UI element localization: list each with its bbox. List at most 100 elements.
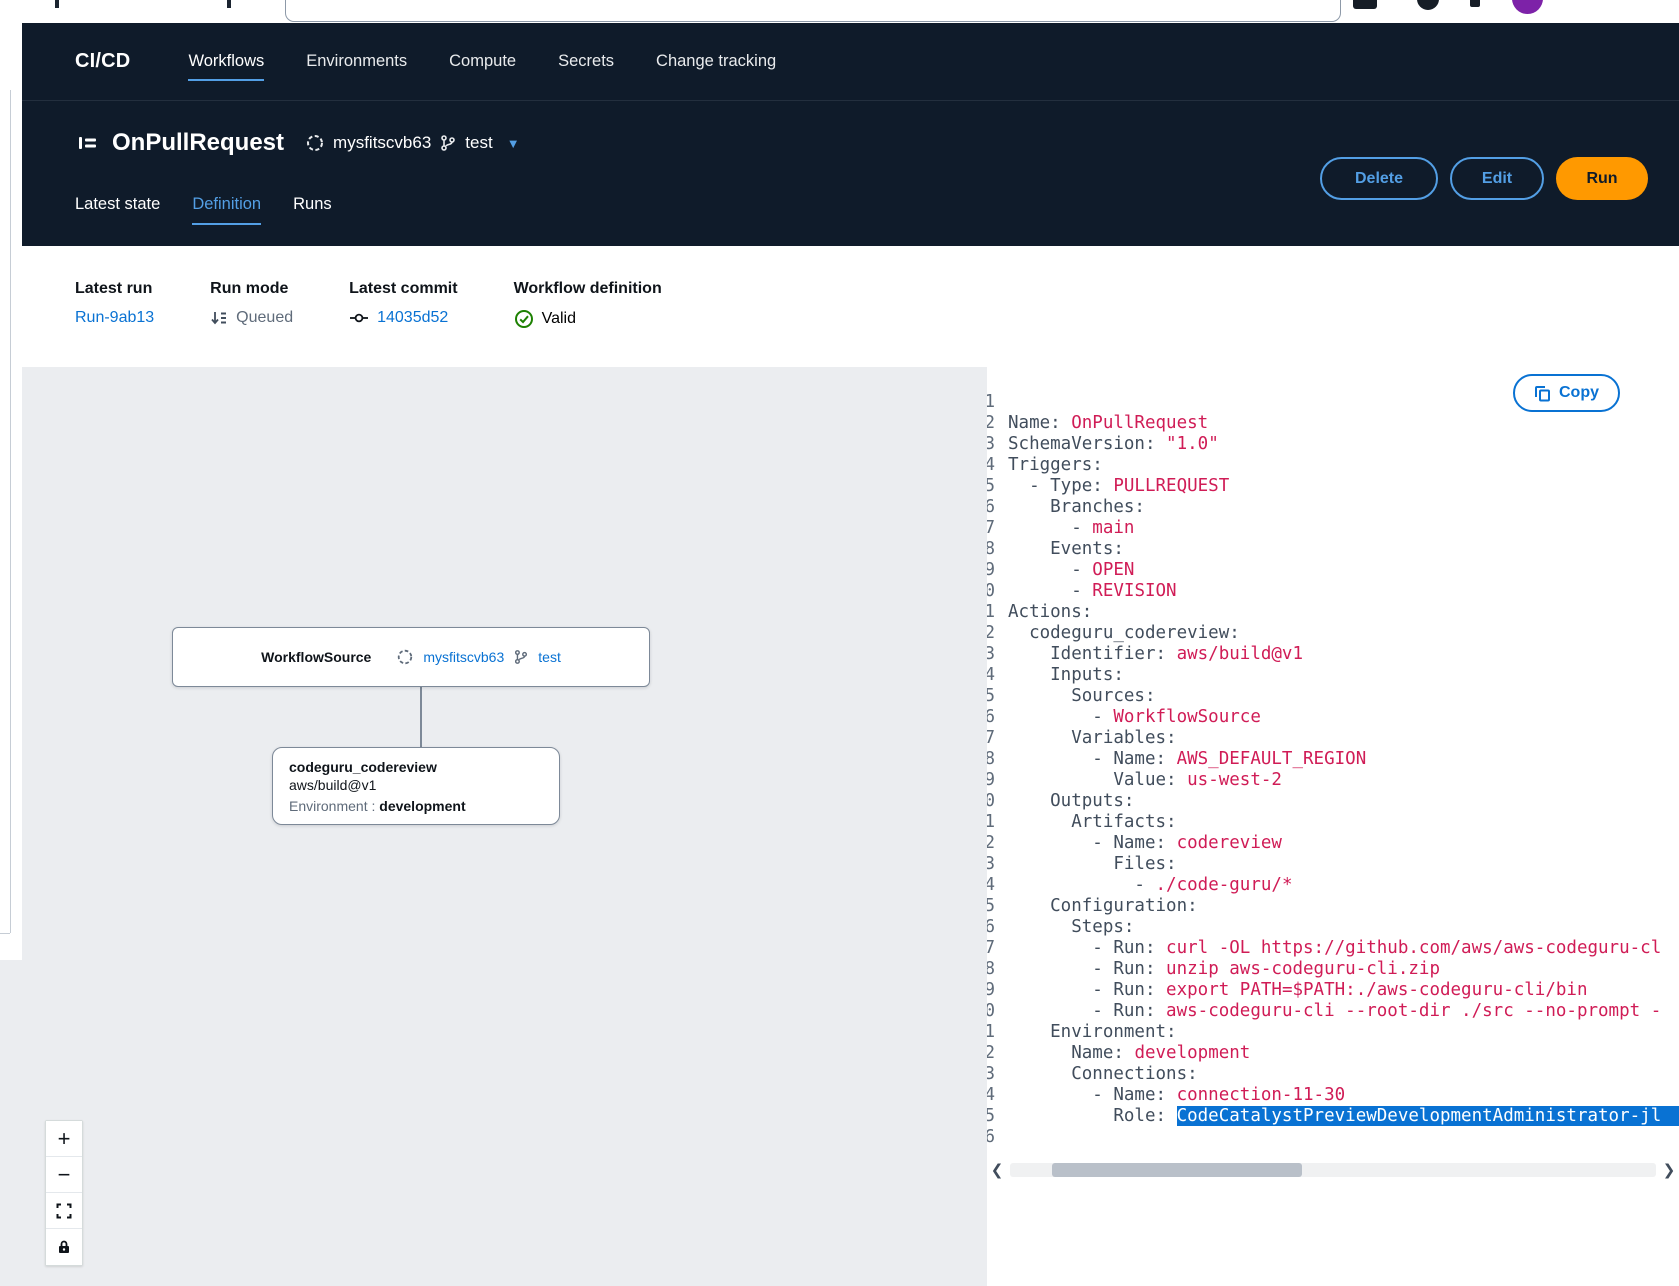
line-number: 35 (987, 1106, 995, 1127)
yaml-line: 33 Connections: (987, 1064, 1679, 1085)
yaml-line: 30 - Run: aws-codeguru-cli --root-dir ./… (987, 1001, 1679, 1022)
expand-icon (56, 1203, 72, 1219)
tab-latest-state[interactable]: Latest state (75, 195, 160, 225)
nav-item-secrets[interactable]: Secrets (558, 52, 614, 71)
latest-commit-column: Latest commit 14035d52 (349, 280, 457, 367)
clipped-text-fragment (227, 0, 231, 8)
yaml-line: 5 - Type: PULLREQUEST (987, 476, 1679, 497)
yaml-line: 34 - Name: connection-11-30 (987, 1085, 1679, 1106)
yaml-line: 36 (987, 1127, 1679, 1148)
latest-commit-link[interactable]: 14035d52 (377, 309, 448, 327)
action-node-identifier: aws/build@v1 (289, 777, 543, 793)
scrollbar-thumb[interactable] (1052, 1163, 1302, 1177)
line-number: 17 (987, 728, 995, 749)
search-input[interactable] (285, 0, 1341, 22)
latest-run-column: Latest run Run-9ab13 (75, 280, 154, 367)
nav-item-environments[interactable]: Environments (306, 52, 407, 71)
repository-name[interactable]: mysfitscvb63 (333, 133, 431, 153)
yaml-line: 11Actions: (987, 602, 1679, 623)
latest-run-link[interactable]: Run-9ab13 (75, 309, 154, 327)
yaml-line: 25 Configuration: (987, 896, 1679, 917)
lock-icon (56, 1239, 72, 1255)
line-number: 19 (987, 770, 995, 791)
scrollbar-track[interactable] (1010, 1163, 1656, 1177)
yaml-line: 4Triggers: (987, 455, 1679, 476)
line-number: 16 (987, 707, 995, 728)
run-mode-value: Queued (236, 309, 293, 327)
left-panel-divider-tick (0, 933, 10, 934)
yaml-line: 6 Branches: (987, 497, 1679, 518)
latest-run-label: Latest run (75, 280, 154, 298)
workflow-icon (75, 131, 99, 155)
line-number: 11 (987, 602, 995, 623)
line-number: 36 (987, 1127, 995, 1148)
line-number: 32 (987, 1043, 995, 1064)
line-number: 34 (987, 1085, 995, 1106)
workflow-source-repository-link[interactable]: mysfitscvb63 (423, 649, 504, 665)
left-gutter (0, 23, 22, 960)
line-number: 21 (987, 812, 995, 833)
fit-view-button[interactable] (46, 1193, 82, 1229)
tab-runs[interactable]: Runs (293, 195, 332, 225)
codeguru-codereview-node[interactable]: codeguru_codereview aws/build@v1 Environ… (272, 747, 560, 825)
keyboard-icon[interactable] (1353, 0, 1377, 9)
line-number: 25 (987, 896, 995, 917)
zoom-out-button[interactable]: − (46, 1157, 82, 1193)
yaml-line: 26 Steps: (987, 917, 1679, 938)
yaml-line: 16 - WorkflowSource (987, 707, 1679, 728)
yaml-line: 12 codeguru_codereview: (987, 623, 1679, 644)
avatar[interactable] (1512, 0, 1543, 14)
tab-definition[interactable]: Definition (192, 195, 261, 225)
delete-button[interactable]: Delete (1320, 157, 1438, 200)
diagram-connector (420, 687, 422, 747)
nav-item-change-tracking[interactable]: Change tracking (656, 52, 776, 71)
line-number: 13 (987, 644, 995, 665)
environment-value: development (379, 798, 465, 814)
commit-icon (349, 309, 369, 327)
copy-button[interactable]: Copy (1513, 374, 1620, 412)
scroll-left-icon[interactable]: ❮ (987, 1161, 1007, 1179)
workflow-source-branch-link[interactable]: test (538, 649, 561, 665)
line-number: 24 (987, 875, 995, 896)
zoom-in-button[interactable]: + (46, 1121, 82, 1157)
scroll-right-icon[interactable]: ❯ (1659, 1161, 1679, 1179)
diagram-zoom-controls: + − (45, 1120, 83, 1266)
nav-item-workflows[interactable]: Workflows (188, 52, 264, 71)
branch-dropdown-caret-icon[interactable]: ▼ (507, 136, 520, 151)
help-icon[interactable] (1417, 0, 1439, 10)
line-number: 26 (987, 917, 995, 938)
branch-name[interactable]: test (465, 133, 492, 153)
latest-commit-label: Latest commit (349, 280, 457, 298)
yaml-line: 15 Sources: (987, 686, 1679, 707)
yaml-line: 21 Artifacts: (987, 812, 1679, 833)
line-number: 33 (987, 1064, 995, 1085)
yaml-line: 2Name: OnPullRequest (987, 413, 1679, 434)
line-number: 9 (987, 560, 995, 581)
horizontal-scrollbar: ❮ ❯ (987, 1160, 1679, 1180)
line-number: 22 (987, 833, 995, 854)
page-title: OnPullRequest (112, 129, 284, 157)
yaml-line: 27 - Run: curl -OL https://github.com/aw… (987, 938, 1679, 959)
line-number: 4 (987, 455, 995, 476)
line-number: 23 (987, 854, 995, 875)
line-number: 8 (987, 539, 995, 560)
run-button[interactable]: Run (1556, 157, 1648, 200)
workflow-summary-bar: Latest run Run-9ab13 Run mode Queued Lat… (22, 246, 1679, 367)
workflow-header: OnPullRequest mysfitscvb63 test ▼ Latest… (22, 100, 1679, 246)
line-number: 1 (987, 392, 995, 413)
yaml-line: 13 Identifier: aws/build@v1 (987, 644, 1679, 665)
nav-item-compute[interactable]: Compute (449, 52, 516, 71)
yaml-definition-panel[interactable]: Copy 12Name: OnPullRequest3SchemaVersion… (987, 367, 1679, 1286)
workflow-source-node[interactable]: WorkflowSource mysfitscvb63 test (172, 627, 650, 687)
lock-button[interactable] (46, 1229, 82, 1265)
environment-label: Environment (289, 798, 368, 814)
workflow-diagram[interactable]: WorkflowSource mysfitscvb63 test codegur… (22, 367, 987, 1286)
branch-icon (439, 134, 457, 152)
yaml-line: 35 Role: CodeCatalystPreviewDevelopmentA… (987, 1106, 1679, 1127)
edit-button[interactable]: Edit (1450, 157, 1544, 200)
line-number: 29 (987, 980, 995, 1001)
yaml-line: 23 Files: (987, 854, 1679, 875)
cicd-section-label: CI/CD (75, 50, 130, 73)
run-mode-column: Run mode Queued (210, 280, 293, 367)
bell-icon[interactable] (1470, 0, 1480, 7)
